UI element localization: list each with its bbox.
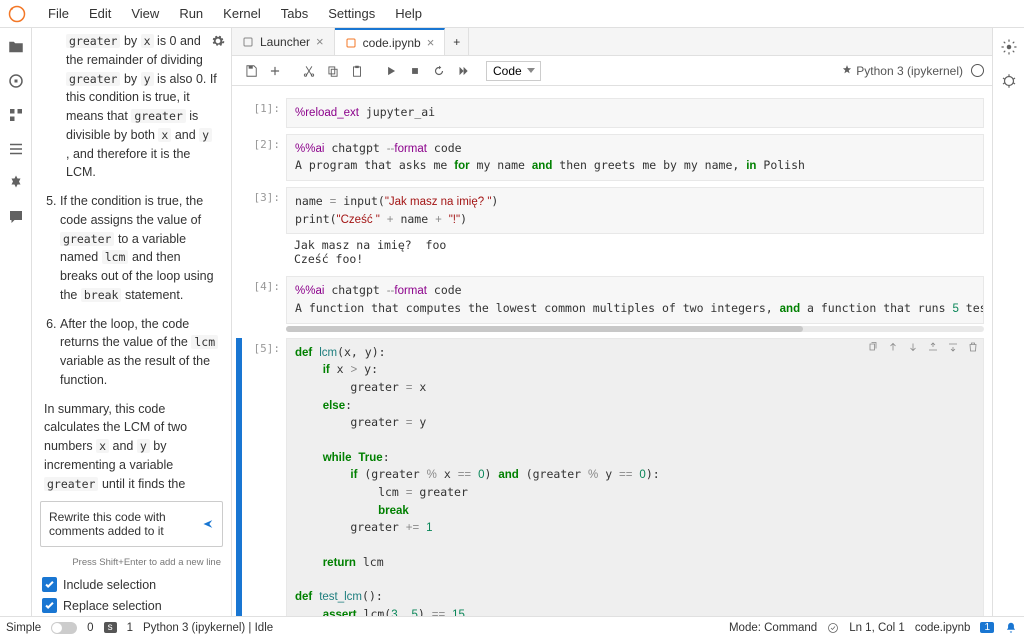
explain-step-5: If the condition is true, the code assig… (60, 192, 219, 305)
commands-icon[interactable] (7, 106, 25, 124)
file-name-status: code.ipynb (915, 622, 971, 634)
chat-icon[interactable] (7, 208, 25, 226)
folder-icon[interactable] (7, 38, 25, 56)
include-selection-label: Include selection (63, 578, 156, 592)
restart-button[interactable] (428, 60, 450, 82)
kernel-status-icon[interactable] (971, 64, 984, 77)
tab-label: code.ipynb (363, 36, 421, 50)
notification-count[interactable]: 1 (980, 622, 994, 633)
explain-summary: In summary, this code calculates the LCM… (44, 400, 219, 494)
menu-file[interactable]: File (38, 4, 79, 23)
prompt: [4]: (242, 276, 286, 331)
menubar: FileEditViewRunKernelTabsSettingsHelp (0, 0, 1024, 28)
prompt: [1]: (242, 98, 286, 128)
menu-tabs[interactable]: Tabs (271, 4, 318, 23)
menu-help[interactable]: Help (385, 4, 432, 23)
debugger-icon[interactable] (1000, 72, 1018, 90)
notebook-toolbar: Code Python 3 (ipykernel) (232, 56, 992, 86)
duplicate-icon[interactable] (867, 341, 879, 353)
insert-above-icon[interactable] (927, 341, 939, 353)
insert-below-icon[interactable] (947, 341, 959, 353)
copy-button[interactable] (322, 60, 344, 82)
horizontal-scrollbar[interactable] (286, 326, 984, 332)
explain-step-6: After the loop, the code returns the val… (60, 315, 219, 390)
notebook[interactable]: [1]:%reload_ext jupyter_ai[2]:%%ai chatg… (232, 86, 992, 616)
right-activity-bar (992, 28, 1024, 616)
menu-view[interactable]: View (121, 4, 169, 23)
chat-input-text: Rewrite this code with comments added to… (49, 510, 202, 538)
launcher-icon (242, 36, 254, 48)
cell-type-select[interactable]: Code (486, 61, 541, 81)
cell-input[interactable]: def lcm(x, y): if x > y: greater = x els… (286, 338, 984, 616)
cut-button[interactable] (298, 60, 320, 82)
paste-button[interactable] (346, 60, 368, 82)
cell-input[interactable]: name = input("Jak masz na imię? ") print… (286, 187, 984, 234)
explain-frag: greater by x is 0 and the remainder of d… (66, 34, 217, 179)
explanation-text: greater by x is 0 and the remainder of d… (32, 28, 231, 493)
property-inspector-icon[interactable] (1000, 38, 1018, 56)
menu-run[interactable]: Run (169, 4, 213, 23)
cursor-position: Ln 1, Col 1 (849, 622, 905, 634)
prompt: [2]: (242, 134, 286, 181)
prompt: [5]: (242, 338, 286, 616)
cell-1[interactable]: [1]:%reload_ext jupyter_ai (236, 98, 984, 128)
close-icon[interactable]: × (316, 34, 324, 49)
cell-input[interactable]: %%ai chatgpt --format code A function th… (286, 276, 984, 323)
cell-output: Jak masz na imię? foo Cześć foo! (286, 234, 984, 270)
insert-cell-button[interactable] (264, 60, 286, 82)
replace-selection-row[interactable]: Replace selection (32, 595, 231, 616)
notebook-icon (345, 37, 357, 49)
toc-icon[interactable] (7, 140, 25, 158)
move-up-icon[interactable] (887, 341, 899, 353)
simple-label: Simple (6, 622, 41, 634)
tab-count: 0 (87, 622, 93, 634)
move-down-icon[interactable] (907, 341, 919, 353)
prompt: [3]: (242, 187, 286, 270)
cell-3[interactable]: [3]:name = input("Jak masz na imię? ") p… (236, 187, 984, 270)
simple-toggle[interactable] (51, 622, 77, 634)
mode-status: Mode: Command (729, 622, 817, 634)
running-icon[interactable] (7, 72, 25, 90)
chat-hint: Press Shift+Enter to add a new line (32, 555, 231, 574)
tab-launcher[interactable]: Launcher × (232, 28, 335, 55)
close-icon[interactable]: × (427, 35, 435, 50)
menu-kernel[interactable]: Kernel (213, 4, 271, 23)
cell-4[interactable]: [4]:%%ai chatgpt --format code A functio… (236, 276, 984, 331)
ai-side-panel: greater by x is 0 and the remainder of d… (32, 28, 232, 616)
cell-input[interactable]: %%ai chatgpt --format code A program tha… (286, 134, 984, 181)
kernel-name[interactable]: Python 3 (ipykernel) (856, 64, 963, 78)
save-button[interactable] (240, 60, 262, 82)
cell-2[interactable]: [2]:%%ai chatgpt --format code A program… (236, 134, 984, 181)
cell-5[interactable]: [5]:def lcm(x, y): if x > y: greater = x… (236, 338, 984, 616)
sessions-badge[interactable]: s (104, 622, 117, 633)
workarea: Launcher × code.ipynb × + Code Python 3 (ip… (232, 28, 992, 616)
cell-toolbar (867, 341, 979, 353)
kernel-status[interactable]: Python 3 (ipykernel) | Idle (143, 622, 273, 634)
left-activity-bar (0, 28, 32, 616)
delete-icon[interactable] (967, 341, 979, 353)
send-icon[interactable] (202, 515, 214, 533)
jupyternaut-icon[interactable] (840, 64, 854, 78)
replace-selection-label: Replace selection (63, 599, 162, 613)
bell-icon[interactable] (1004, 621, 1018, 635)
statusbar: Simple 0 s 1 Python 3 (ipykernel) | Idle… (0, 616, 1024, 638)
jupyter-logo-icon (8, 5, 26, 23)
trusted-icon[interactable] (827, 622, 839, 634)
restart-run-all-button[interactable] (452, 60, 474, 82)
run-button[interactable] (380, 60, 402, 82)
tabbar: Launcher × code.ipynb × + (232, 28, 992, 56)
menu-edit[interactable]: Edit (79, 4, 121, 23)
include-selection-row[interactable]: Include selection (32, 574, 231, 595)
extension-icon[interactable] (7, 174, 25, 192)
terminal-count: 1 (127, 622, 133, 634)
tab-code-ipynb[interactable]: code.ipynb × (335, 28, 446, 55)
menu-settings[interactable]: Settings (318, 4, 385, 23)
checkbox-checked-icon[interactable] (42, 577, 57, 592)
stop-button[interactable] (404, 60, 426, 82)
new-tab-button[interactable]: + (445, 28, 469, 55)
tab-label: Launcher (260, 35, 310, 49)
chat-input[interactable]: Rewrite this code with comments added to… (40, 501, 223, 547)
cell-input[interactable]: %reload_ext jupyter_ai (286, 98, 984, 128)
checkbox-checked-icon[interactable] (42, 598, 57, 613)
